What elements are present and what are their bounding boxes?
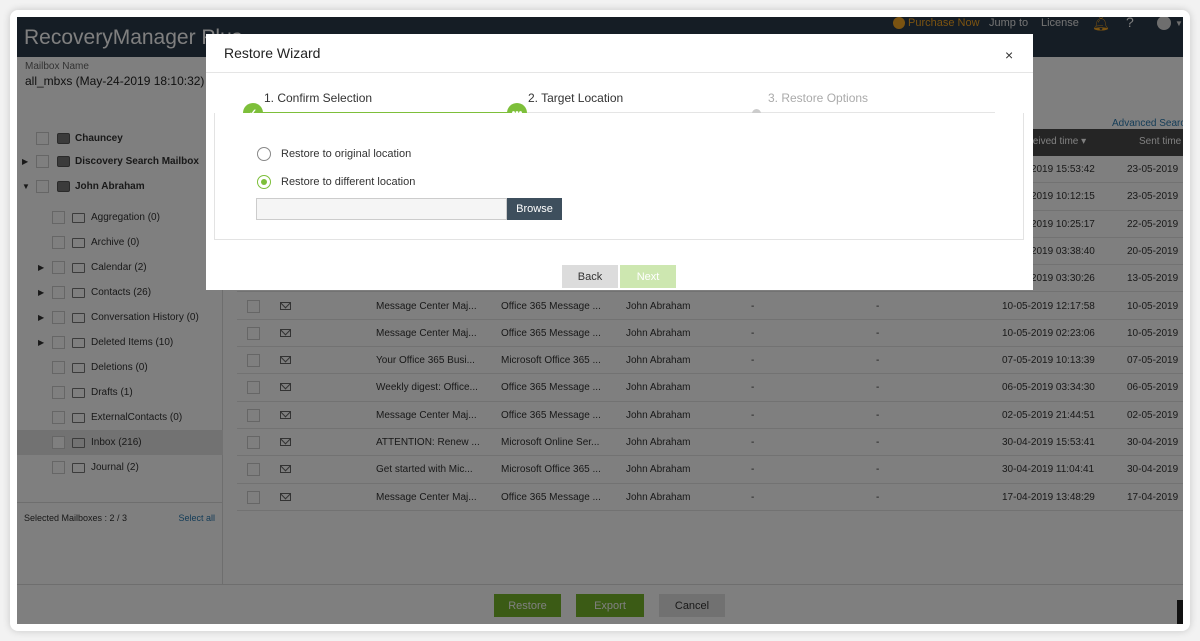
back-button[interactable]: Back: [562, 265, 618, 288]
dialog-title: Restore Wizard: [224, 45, 321, 61]
step-1-label: 1. Confirm Selection: [264, 91, 373, 105]
different-location-radio[interactable]: [257, 175, 271, 189]
next-button[interactable]: Next: [620, 265, 676, 288]
close-icon[interactable]: ×: [1005, 47, 1013, 63]
different-location-label[interactable]: Restore to different location: [281, 176, 415, 188]
app-window: RecoveryManager Plus Purchase Now Jump t…: [17, 17, 1183, 624]
window-frame: RecoveryManager Plus Purchase Now Jump t…: [10, 10, 1190, 631]
restore-wizard-dialog: Restore Wizard × ✓ ••• 1. Confirm Select…: [206, 34, 1033, 290]
step-2-label: 2. Target Location: [528, 91, 624, 105]
target-location-input[interactable]: [256, 198, 507, 220]
browse-button[interactable]: Browse: [507, 198, 562, 220]
step-3-label: 3. Restore Options: [768, 91, 869, 105]
divider: [206, 72, 1033, 73]
original-location-label[interactable]: Restore to original location: [281, 148, 411, 160]
original-location-radio[interactable]: [257, 147, 271, 161]
